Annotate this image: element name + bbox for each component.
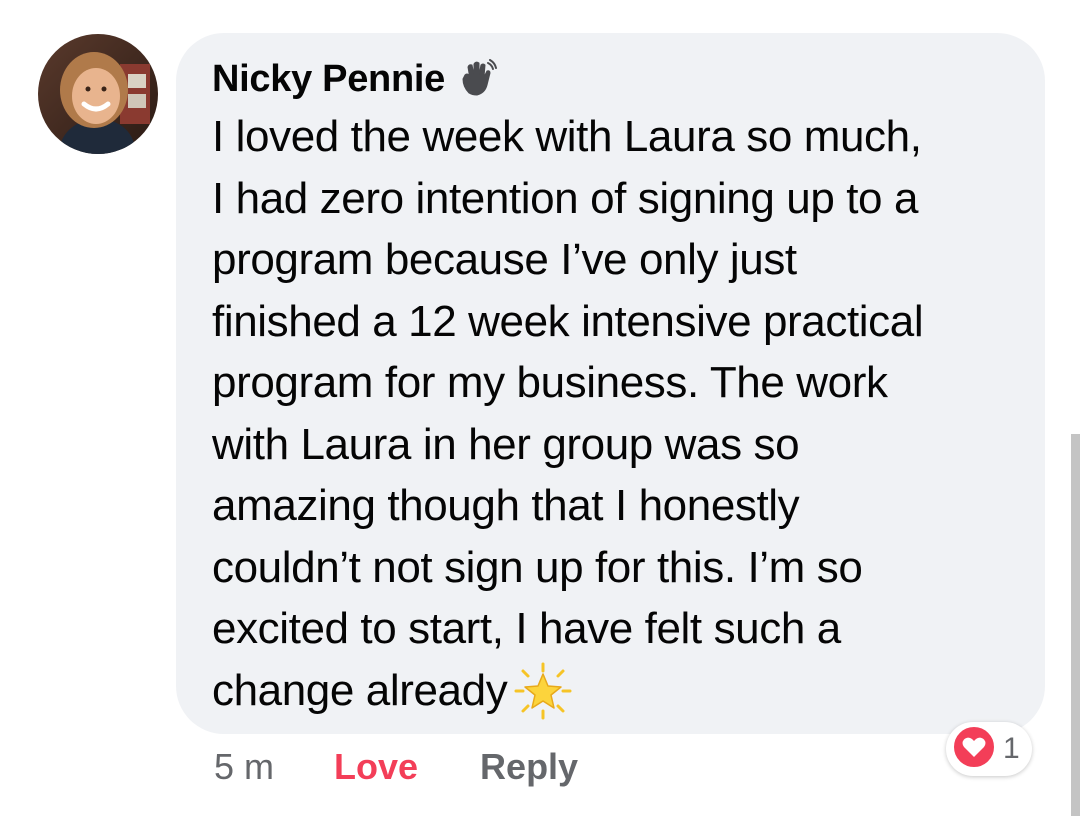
avatar-photo bbox=[38, 34, 158, 154]
comment-line: I had zero intention of signing up to a bbox=[212, 173, 919, 223]
avatar[interactable] bbox=[38, 34, 158, 154]
author-name[interactable]: Nicky Pennie bbox=[212, 58, 445, 101]
love-button[interactable]: Love bbox=[334, 746, 418, 788]
comment-line: excited to start, I have felt such a bbox=[212, 604, 841, 653]
comment-line: with Laura in her group was so bbox=[212, 419, 800, 469]
comment-line: change already bbox=[212, 665, 508, 715]
comment-line: program because I’ve only just bbox=[212, 235, 797, 284]
reaction-summary[interactable]: 1 bbox=[946, 722, 1032, 776]
reply-button[interactable]: Reply bbox=[480, 746, 578, 788]
comment-line: program for my business. The work bbox=[212, 358, 888, 407]
heart-icon bbox=[951, 724, 997, 775]
comment-line: couldn’t not sign up for this. I’m so bbox=[212, 542, 863, 592]
comment-actions: 5 m Love Reply bbox=[214, 742, 578, 792]
reaction-count: 1 bbox=[1003, 732, 1020, 765]
author-row: Nicky Pennie bbox=[212, 54, 497, 104]
comment-text: I loved the week with Laura so much, I h… bbox=[212, 106, 1032, 721]
comment-screen: Nicky Pennie I loved the week with Laura… bbox=[0, 0, 1080, 816]
timestamp[interactable]: 5 m bbox=[214, 746, 274, 788]
scrollbar[interactable] bbox=[1071, 434, 1080, 816]
comment-line: I loved the week with Laura so much, bbox=[212, 112, 922, 161]
comment-line: finished a 12 week intensive practical bbox=[212, 296, 924, 346]
waving-hand-icon bbox=[457, 59, 497, 99]
comment-line: amazing though that I honestly bbox=[212, 481, 800, 530]
glowing-star-icon bbox=[513, 661, 573, 721]
